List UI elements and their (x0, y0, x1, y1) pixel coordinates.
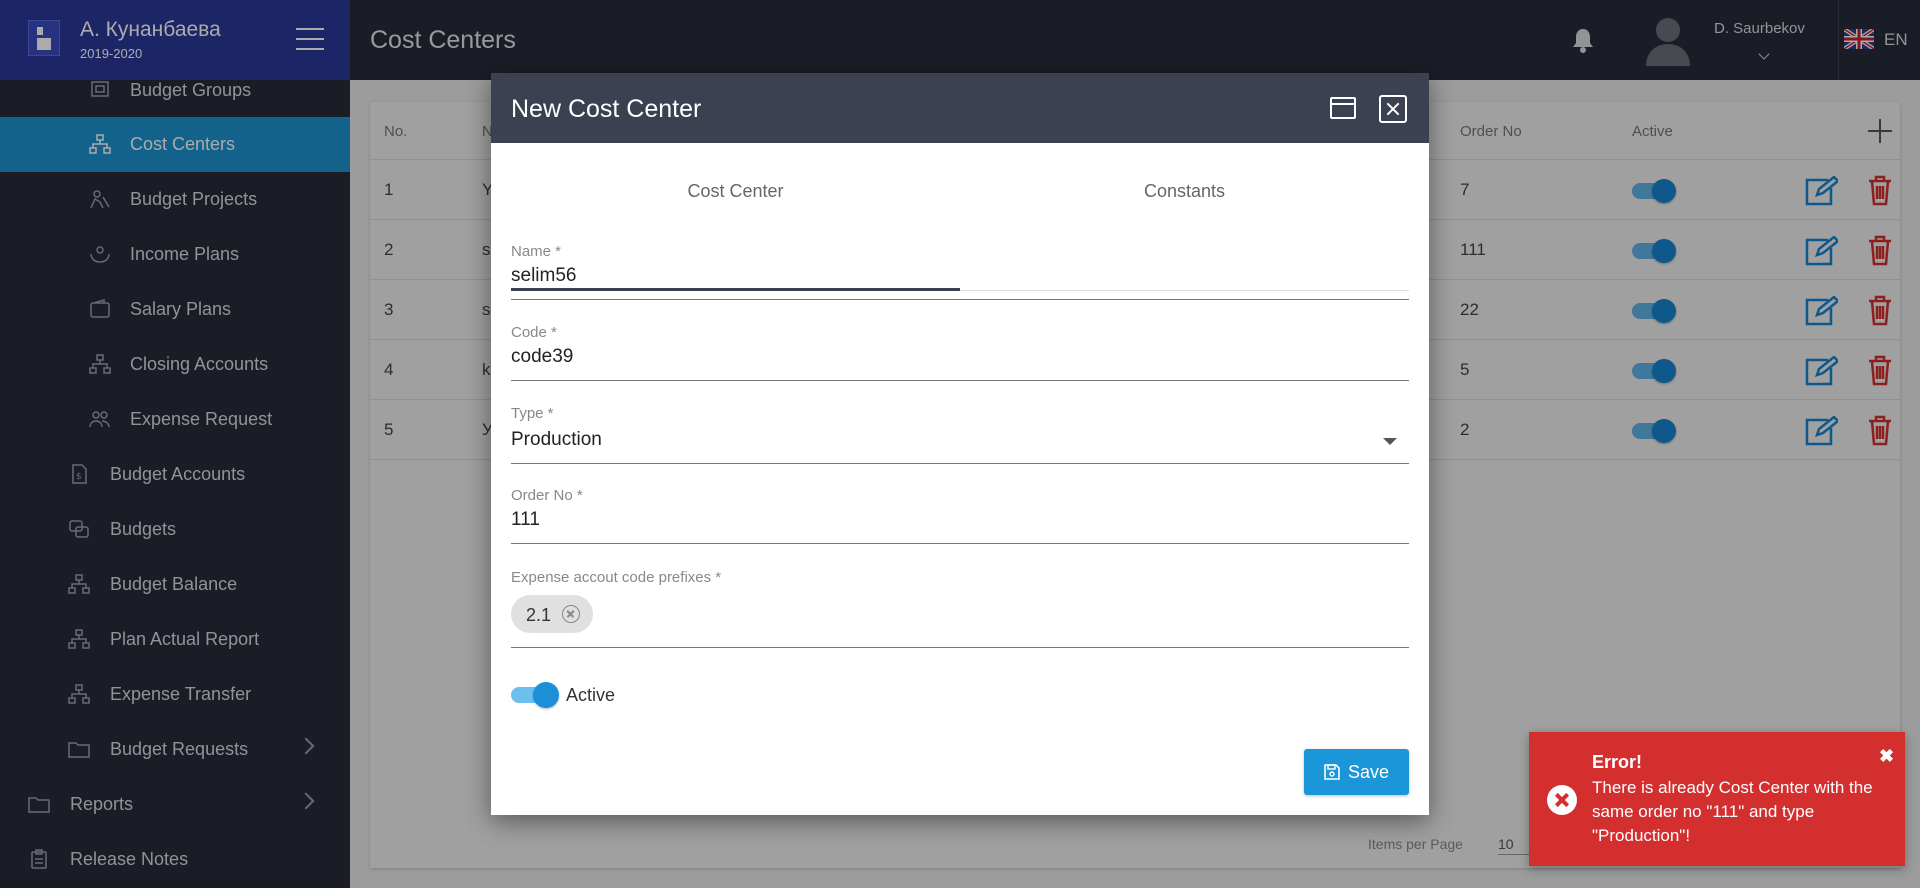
name-field[interactable]: Name * selim56 (511, 243, 1409, 301)
active-toggle[interactable] (511, 682, 559, 708)
remove-chip-icon[interactable] (562, 605, 580, 623)
input-underline (511, 647, 1409, 648)
input-underline (511, 380, 1409, 381)
order-no-label: Order No * (511, 487, 583, 504)
tab-label: Constants (1143, 181, 1226, 201)
chip-label: 2.1 (526, 605, 552, 625)
code-field[interactable]: Code * code39 (511, 324, 1409, 382)
error-icon (1547, 785, 1577, 815)
new-cost-center-dialog: New Cost Center Cost Center Constants Na… (491, 73, 1429, 815)
name-input[interactable]: selim56 (511, 265, 576, 287)
order-no-field[interactable]: Order No * 111 (511, 487, 1409, 545)
close-icon[interactable]: ✖ (1879, 746, 1894, 767)
type-select[interactable]: Type * Production (511, 405, 1409, 465)
code-input[interactable]: code39 (511, 346, 573, 368)
save-button[interactable]: Save (1304, 749, 1409, 795)
tab-label: Cost Center (687, 181, 784, 201)
prefix-chip[interactable]: 2.1 (511, 595, 593, 633)
input-underline (511, 463, 1409, 464)
error-toast: Error! There is already Cost Center with… (1529, 732, 1905, 866)
toast-message: There is already Cost Center with the sa… (1592, 778, 1873, 845)
save-icon (1324, 764, 1340, 780)
save-button-label: Save (1348, 762, 1390, 782)
name-label: Name * (511, 243, 562, 260)
type-label: Type * (511, 405, 554, 422)
order-no-input[interactable]: 111 (511, 509, 540, 531)
input-underline (511, 543, 1409, 544)
input-underline (511, 299, 1409, 300)
code-label: Code * (511, 324, 557, 341)
active-label: Active (566, 685, 616, 705)
expense-prefix-field[interactable]: Expense accout code prefixes * 2.1 (511, 569, 1409, 649)
tab-cost-center[interactable]: Cost Center (511, 73, 960, 221)
expense-prefix-label: Expense accout code prefixes * (511, 569, 722, 586)
tab-constants[interactable]: Constants (960, 73, 1409, 221)
toast-title: Error! (1592, 752, 1643, 772)
dropdown-arrow-icon[interactable] (1383, 438, 1397, 445)
type-value[interactable]: Production (511, 429, 602, 451)
